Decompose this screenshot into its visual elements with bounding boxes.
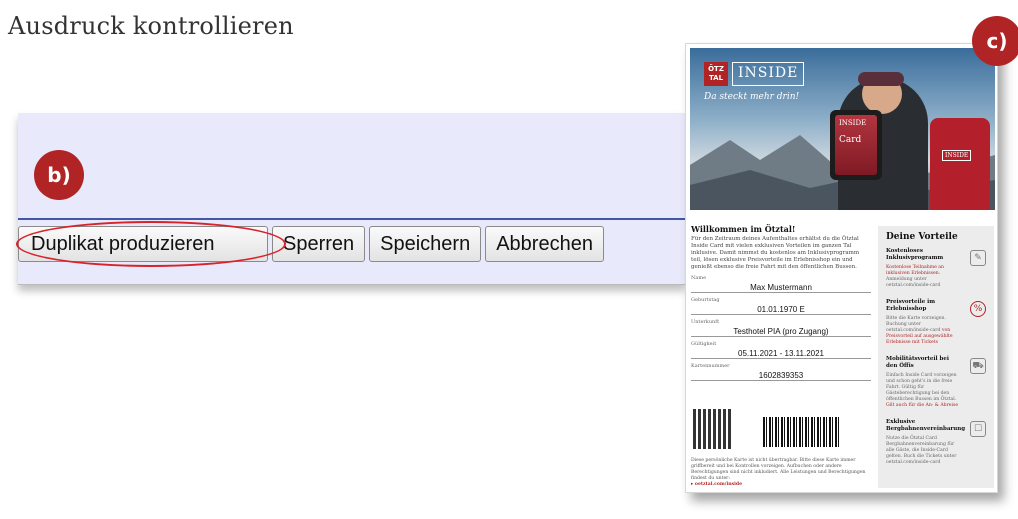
cancel-button[interactable]: Abbrechen bbox=[485, 226, 604, 262]
advantage-desc: Nutze die Ötztal Card Bergbahnenvereinba… bbox=[886, 436, 957, 465]
tagline: Da steckt mehr drin! bbox=[704, 92, 800, 102]
advantage-title: Kostenloses Inklusivprogramm bbox=[886, 248, 944, 261]
advantages-panel: Deine Vorteile Kostenloses Inklusivprogr… bbox=[878, 226, 994, 488]
advantage-highlight: Kostenlose Teilnahme an inklusiven Erleb… bbox=[886, 265, 944, 276]
goggle-icon bbox=[858, 72, 904, 86]
field-label: Gültigkeit bbox=[691, 341, 717, 347]
card-footer: Diese persönliche Karte ist nicht übertr… bbox=[691, 458, 871, 488]
field-label: Name bbox=[691, 275, 707, 281]
advantage-highlight: Gilt auch für die An- & Abreise bbox=[886, 403, 959, 408]
advantage-title: Preisvorteile im Erlebnisshop bbox=[886, 299, 936, 312]
advantage-item: Preisvorteile im Erlebnisshop Bitte die … bbox=[886, 299, 986, 346]
field-label: Unterkunft bbox=[691, 319, 720, 325]
divider-line bbox=[18, 218, 686, 220]
save-button[interactable]: Speichern bbox=[369, 226, 482, 262]
advantage-item: Kostenloses Inklusivprogramm Kostenlose … bbox=[886, 248, 986, 289]
page-title: Ausdruck kontrollieren bbox=[8, 12, 294, 40]
backpack-image bbox=[930, 118, 990, 210]
hero-image: ÖTZ TAL INSIDE Da steckt mehr drin! INSI… bbox=[690, 48, 995, 210]
advantage-title: Exklusive Bergbahnenvereinbarung bbox=[886, 419, 966, 432]
phone-card-brand: INSIDE bbox=[839, 119, 867, 127]
barcode-icon bbox=[763, 417, 839, 447]
advantage-item: Mobilitätsvorteil bei den Öffis Einfach … bbox=[886, 356, 986, 409]
field-label: Geburtstag bbox=[691, 297, 720, 303]
footer-text: Diese persönliche Karte ist nicht übertr… bbox=[691, 458, 866, 481]
intro-text: Für den Zeitraum deines Aufenthaltes erh… bbox=[691, 236, 860, 270]
field-value-name: Max Mustermann bbox=[691, 282, 871, 293]
advantage-desc: Bitte die Karte vorzeigen. Buchung unter… bbox=[886, 316, 946, 333]
phone-card-label: Card bbox=[839, 135, 862, 145]
card-printout: ÖTZ TAL INSIDE Da steckt mehr drin! INSI… bbox=[685, 43, 998, 493]
document-icon: ☐ bbox=[970, 421, 986, 437]
highlight-ellipse bbox=[16, 221, 286, 267]
advantages-title: Deine Vorteile bbox=[886, 232, 958, 242]
advantage-desc: Einfach Inside Card vorzeigen und schon … bbox=[886, 373, 957, 402]
qr-code-icon bbox=[693, 409, 733, 449]
field-value-card-number: 1602839353 bbox=[691, 370, 871, 381]
badge-c: c) bbox=[972, 16, 1018, 66]
bus-icon: ⛟ bbox=[970, 358, 986, 374]
calendar-icon: ✎ bbox=[970, 250, 986, 266]
field-label: Kartennummer bbox=[691, 363, 730, 369]
phone-image: INSIDE Card bbox=[830, 110, 882, 180]
percent-icon: % bbox=[970, 301, 986, 317]
advantage-title: Mobilitätsvorteil bei den Öffis bbox=[886, 356, 949, 369]
inside-logo: INSIDE bbox=[732, 62, 805, 86]
bag-label: INSIDE bbox=[942, 150, 972, 161]
oetztal-logo: ÖTZ TAL bbox=[704, 62, 728, 86]
field-value-validity: 05.11.2021 - 13.11.2021 bbox=[691, 348, 871, 359]
advantage-item: Exklusive Bergbahnenvereinbarung Nutze d… bbox=[886, 419, 986, 466]
field-value-accommodation: Testhotel PIA (pro Zugang) bbox=[691, 326, 871, 337]
advantage-desc: Anmeldung unter oetztal.com/inside-card bbox=[886, 277, 941, 288]
field-value-birthday: 01.01.1970 E bbox=[691, 304, 871, 315]
card-main-info: Willkommen im Ötztal! Für den Zeitraum d… bbox=[691, 224, 871, 381]
welcome-heading: Willkommen im Ötztal! bbox=[691, 224, 796, 234]
badge-b: b) bbox=[34, 150, 84, 200]
code-area bbox=[693, 409, 869, 449]
footer-link: ▸ oetztal.com/inside bbox=[691, 482, 743, 487]
